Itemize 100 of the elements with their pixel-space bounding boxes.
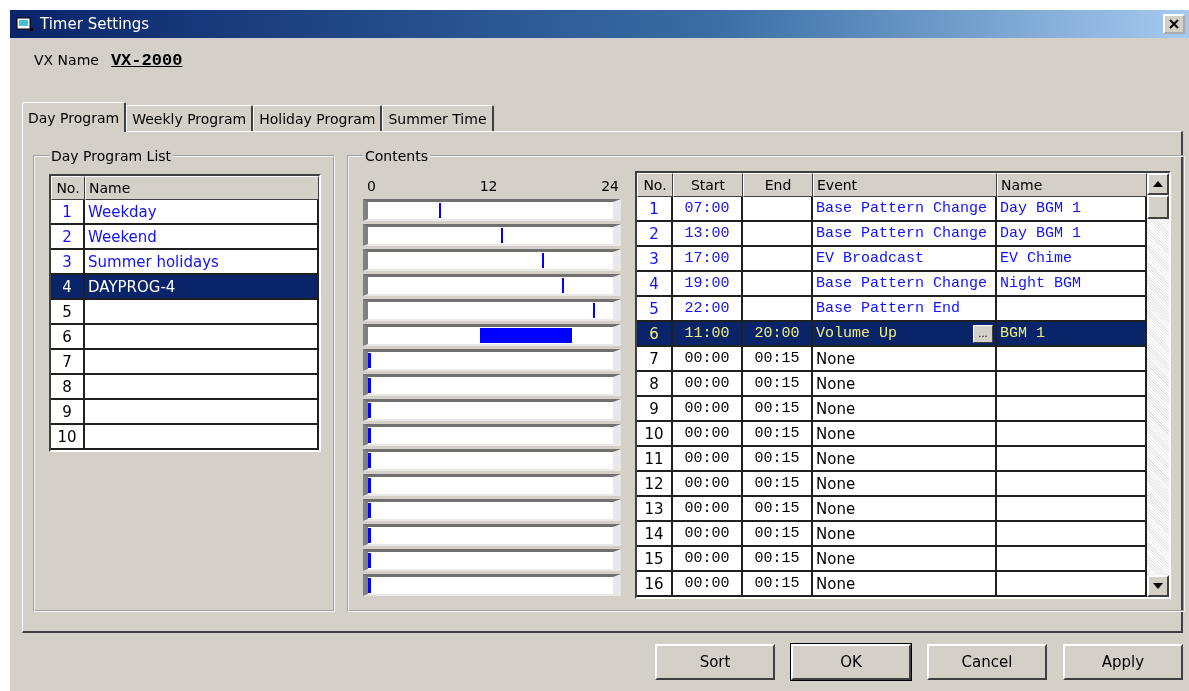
- table-row[interactable]: 6 11:00 20:00 Volume Up ... BGM 1: [637, 322, 1147, 347]
- table-cell: 7: [51, 350, 85, 375]
- table-row[interactable]: 14 00:00 00:15 None: [637, 522, 1147, 547]
- table-cell: 20:00: [743, 322, 813, 347]
- table-cell: 00:15: [743, 547, 813, 572]
- table-cell: Night BGM: [997, 272, 1147, 297]
- timeline-marker: [592, 303, 595, 318]
- table-row[interactable]: 2 13:00 Base Pattern Change Day BGM 1: [637, 222, 1147, 247]
- event-text: None: [816, 574, 856, 593]
- table-cell: 00:15: [743, 497, 813, 522]
- table-cell: 00:15: [743, 347, 813, 372]
- tab[interactable]: Weekly Program: [126, 105, 254, 131]
- table-row[interactable]: 13 00:00 00:15 None: [637, 497, 1147, 522]
- column-header[interactable]: Name: [85, 176, 319, 200]
- timeline-marker: [368, 478, 371, 493]
- table-cell: [743, 197, 813, 222]
- tab[interactable]: Summer Time: [382, 105, 494, 131]
- timeline-marker: [368, 528, 371, 543]
- dialog-button[interactable]: Sort: [655, 644, 775, 680]
- axis-label: 12: [479, 178, 498, 194]
- table-cell: 4: [637, 272, 673, 297]
- list-row[interactable]: 4 DAYPROG-4: [51, 275, 319, 300]
- table-cell: 00:00: [673, 447, 743, 472]
- table-cell: 2: [51, 225, 85, 250]
- table-cell: 22:00: [673, 297, 743, 322]
- table-cell: 6: [51, 325, 85, 350]
- table-row[interactable]: 7 00:00 00:15 None: [637, 347, 1147, 372]
- table-row[interactable]: 11 00:00 00:15 None: [637, 447, 1147, 472]
- column-header[interactable]: Event: [813, 173, 997, 197]
- table-row[interactable]: 5 22:00 Base Pattern End: [637, 297, 1147, 322]
- table-cell: Summer holidays: [85, 250, 319, 275]
- column-header[interactable]: End: [743, 173, 813, 197]
- list-row[interactable]: 1 Weekday: [51, 200, 319, 225]
- column-header[interactable]: Start: [673, 173, 743, 197]
- table-row[interactable]: 3 17:00 EV Broadcast EV Chime: [637, 247, 1147, 272]
- table-row[interactable]: 9 00:00 00:15 None: [637, 397, 1147, 422]
- column-header[interactable]: No.: [51, 176, 85, 200]
- table-row[interactable]: 10 00:00 00:15 None: [637, 422, 1147, 447]
- axis-label: 24: [601, 178, 619, 194]
- dialog-button[interactable]: Cancel: [927, 644, 1047, 680]
- timeline-marker: [368, 353, 371, 368]
- event-text: None: [816, 449, 856, 468]
- table-cell: 16: [637, 572, 673, 597]
- table-cell: Weekday: [85, 200, 319, 225]
- event-text: None: [816, 524, 856, 543]
- list-row[interactable]: 6: [51, 325, 319, 350]
- table-cell: 17:00: [673, 247, 743, 272]
- scrollbar[interactable]: [1147, 173, 1169, 597]
- table-row[interactable]: 4 19:00 Base Pattern Change Night BGM: [637, 272, 1147, 297]
- table-cell: 00:00: [673, 572, 743, 597]
- table-cell: 14: [637, 522, 673, 547]
- timeline-marker: [368, 428, 371, 443]
- list-row[interactable]: 7: [51, 350, 319, 375]
- list-row[interactable]: 8: [51, 375, 319, 400]
- tab[interactable]: Day Program: [22, 102, 127, 132]
- table-cell: 11:00: [673, 322, 743, 347]
- group-title: Contents: [364, 148, 429, 164]
- table-cell: 00:00: [673, 497, 743, 522]
- table-cell: 5: [51, 300, 85, 325]
- list-row[interactable]: 2 Weekend: [51, 225, 319, 250]
- list-row[interactable]: 10: [51, 425, 319, 450]
- scroll-up-button[interactable]: [1147, 173, 1169, 195]
- edit-button[interactable]: ...: [973, 325, 993, 343]
- event-text: Base Pattern End: [816, 300, 961, 317]
- table-row[interactable]: 1 07:00 Base Pattern Change Day BGM 1: [637, 197, 1147, 222]
- window-icon: [16, 16, 34, 32]
- table-cell: 13: [637, 497, 673, 522]
- table-row[interactable]: 15 00:00 00:15 None: [637, 547, 1147, 572]
- dialog-button[interactable]: Apply: [1063, 644, 1183, 680]
- column-header[interactable]: Name: [997, 173, 1147, 197]
- list-row[interactable]: 5: [51, 300, 319, 325]
- table-row[interactable]: 12 00:00 00:15 None: [637, 472, 1147, 497]
- table-cell: 13:00: [673, 222, 743, 247]
- event-text: Base Pattern Change: [816, 200, 988, 217]
- table-cell: 9: [51, 400, 85, 425]
- dialog-button[interactable]: OK: [791, 644, 911, 680]
- close-button[interactable]: [1163, 14, 1185, 34]
- timeline-marker: [541, 253, 544, 268]
- list-row[interactable]: 9: [51, 400, 319, 425]
- group-title: Day Program List: [50, 148, 173, 164]
- event-text: EV Broadcast: [816, 250, 925, 267]
- tab[interactable]: Holiday Program: [253, 105, 383, 131]
- event-text: None: [816, 399, 856, 418]
- table-cell: 7: [637, 347, 673, 372]
- event-text: Volume Up: [816, 325, 897, 342]
- table-cell: 12: [637, 472, 673, 497]
- close-icon: [1169, 19, 1179, 29]
- column-header[interactable]: No.: [637, 173, 673, 197]
- scroll-thumb[interactable]: [1147, 195, 1169, 219]
- table-cell: 00:00: [673, 472, 743, 497]
- table-row[interactable]: 16 00:00 00:15 None: [637, 572, 1147, 597]
- timeline-marker: [368, 378, 371, 393]
- table-cell: 19:00: [673, 272, 743, 297]
- timeline-marker: [368, 503, 371, 518]
- scroll-down-button[interactable]: [1147, 575, 1169, 597]
- table-cell: 00:00: [673, 372, 743, 397]
- table-cell: 8: [637, 372, 673, 397]
- list-row[interactable]: 3 Summer holidays: [51, 250, 319, 275]
- table-row[interactable]: 8 00:00 00:15 None: [637, 372, 1147, 397]
- table-cell: 00:00: [673, 422, 743, 447]
